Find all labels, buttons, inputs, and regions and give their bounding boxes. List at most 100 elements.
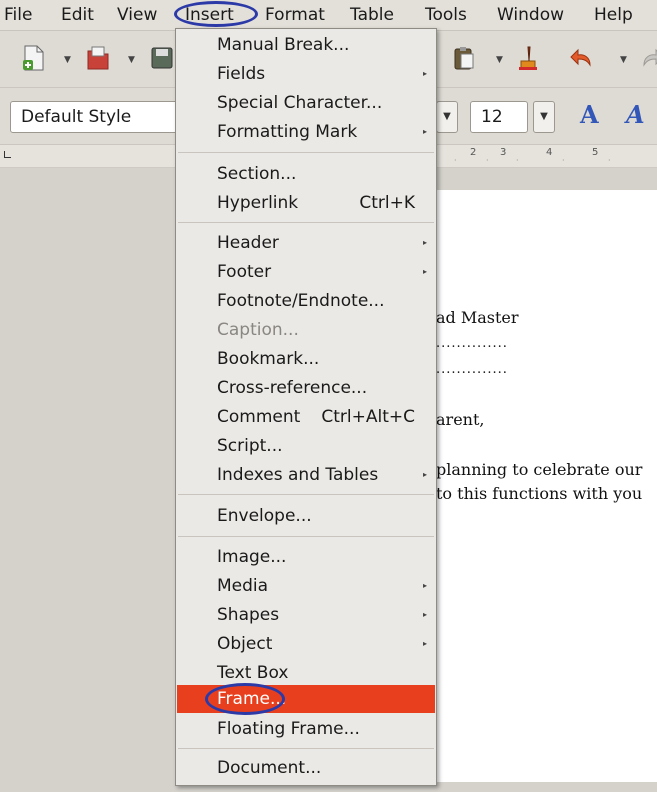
menu-item-label: Section... <box>217 164 297 184</box>
menu-separator <box>178 748 434 749</box>
menu-item-envelope[interactable]: Envelope... <box>177 502 435 530</box>
font-name-dropdown-icon[interactable]: ▼ <box>436 101 458 133</box>
menu-file[interactable]: File <box>4 3 32 27</box>
menu-item-label: Manual Break... <box>217 35 350 55</box>
ruler-mark: 4 <box>546 147 553 158</box>
menu-item-formatting-mark[interactable]: Formatting Mark ▸ <box>177 118 435 146</box>
menu-format[interactable]: Format <box>265 3 325 27</box>
menu-tools[interactable]: Tools <box>425 3 467 27</box>
menu-item-label: Footnote/Endnote... <box>217 291 385 311</box>
menu-item-object[interactable]: Object ▸ <box>177 630 435 658</box>
menu-item-label: Caption... <box>217 320 299 340</box>
insert-menu: Manual Break... Fields ▸ Special Charact… <box>175 28 437 786</box>
menu-item-section[interactable]: Section... <box>177 160 435 188</box>
document-text-line: to this functions with you <box>436 484 643 503</box>
menu-item-label: Comment <box>217 407 301 427</box>
paste-dropdown-icon[interactable]: ▼ <box>496 55 503 65</box>
menu-separator <box>178 152 434 153</box>
menu-item-comment[interactable]: Comment Ctrl+Alt+C <box>177 403 435 431</box>
menu-item-footer[interactable]: Footer ▸ <box>177 258 435 286</box>
menu-item-label: Document... <box>217 758 322 778</box>
ruler-mark: 5 <box>592 147 599 158</box>
menu-item-floating-frame[interactable]: Floating Frame... <box>177 715 435 743</box>
ruler-tick: · <box>454 156 457 165</box>
ruler-mark: 3 <box>500 147 507 158</box>
menu-bar: File Edit View Insert Format Table Tools… <box>0 0 657 31</box>
menu-item-script[interactable]: Script... <box>177 432 435 460</box>
menu-item-label: Media <box>217 576 269 596</box>
menu-item-media[interactable]: Media ▸ <box>177 572 435 600</box>
font-size-select[interactable]: 12 <box>470 101 528 133</box>
menu-item-header[interactable]: Header ▸ <box>177 229 435 257</box>
menu-item-hyperlink[interactable]: Hyperlink Ctrl+K <box>177 189 435 217</box>
menu-item-text-box[interactable]: Text Box <box>177 659 435 687</box>
menu-item-label: Formatting Mark <box>217 122 358 142</box>
menu-item-label: Indexes and Tables <box>217 465 379 485</box>
menu-item-label: Fields <box>217 64 266 84</box>
menu-item-manual-break[interactable]: Manual Break... <box>177 31 435 59</box>
paste-icon[interactable] <box>452 45 476 71</box>
menu-item-label: Special Character... <box>217 93 383 113</box>
font-size-dropdown-icon[interactable]: ▼ <box>533 101 555 133</box>
submenu-arrow-icon: ▸ <box>422 127 427 136</box>
menu-window[interactable]: Window <box>497 3 564 27</box>
submenu-arrow-icon: ▸ <box>422 238 427 247</box>
document-text-line: .............. <box>436 362 508 377</box>
submenu-arrow-icon: ▸ <box>422 267 427 276</box>
menu-item-image[interactable]: Image... <box>177 543 435 571</box>
paragraph-style-select[interactable]: Default Style <box>10 101 200 133</box>
menu-item-indexes-and-tables[interactable]: Indexes and Tables ▸ <box>177 461 435 489</box>
menu-item-bookmark[interactable]: Bookmark... <box>177 345 435 373</box>
menu-separator <box>178 536 434 537</box>
document-text-line: ad Master <box>436 308 519 327</box>
menu-item-label: Footer <box>217 262 272 282</box>
menu-item-special-character[interactable]: Special Character... <box>177 89 435 117</box>
menu-view[interactable]: View <box>117 3 157 27</box>
menu-item-label: Object <box>217 634 273 654</box>
open-dropdown-icon[interactable]: ▼ <box>128 55 135 65</box>
menu-item-label: Bookmark... <box>217 349 320 369</box>
insert-annotation-ring <box>174 1 258 27</box>
clone-formatting-icon[interactable] <box>517 45 541 71</box>
menu-item-label: Cross-reference... <box>217 378 368 398</box>
menu-item-label: Script... <box>217 436 283 456</box>
ruler-tick: · <box>608 156 611 165</box>
menu-item-fields[interactable]: Fields ▸ <box>177 60 435 88</box>
open-folder-icon[interactable] <box>86 45 110 71</box>
document-text-line: arent, <box>436 410 485 429</box>
undo-icon[interactable] <box>570 45 594 71</box>
document-text-line: planning to celebrate our <box>436 460 643 479</box>
new-dropdown-icon[interactable]: ▼ <box>64 55 71 65</box>
ruler-mark: 2 <box>470 147 477 158</box>
menu-help[interactable]: Help <box>594 3 633 27</box>
menu-separator <box>178 494 434 495</box>
submenu-arrow-icon: ▸ <box>422 470 427 479</box>
submenu-arrow-icon: ▸ <box>422 610 427 619</box>
menu-item-footnote-endnote[interactable]: Footnote/Endnote... <box>177 287 435 315</box>
ruler-tick: · <box>516 156 519 165</box>
new-document-icon[interactable] <box>22 45 46 71</box>
save-icon[interactable] <box>150 45 174 71</box>
menu-item-frame[interactable]: Frame... <box>177 683 435 715</box>
submenu-arrow-icon: ▸ <box>422 581 427 590</box>
menu-item-label: Header <box>217 233 279 253</box>
menu-edit[interactable]: Edit <box>61 3 94 27</box>
menu-item-cross-reference[interactable]: Cross-reference... <box>177 374 435 402</box>
frame-annotation-ring <box>205 683 285 715</box>
menu-item-label: Floating Frame... <box>217 719 360 739</box>
ruler-corner-icon <box>4 151 11 158</box>
menu-item-label: Hyperlink <box>217 193 299 213</box>
menu-item-label: Image... <box>217 547 287 567</box>
menu-item-shapes[interactable]: Shapes ▸ <box>177 601 435 629</box>
menu-table[interactable]: Table <box>350 3 394 27</box>
menu-item-label: Shapes <box>217 605 280 625</box>
submenu-arrow-icon: ▸ <box>422 639 427 648</box>
italic-button[interactable]: A <box>626 100 645 129</box>
ruler-tick: · <box>486 156 489 165</box>
bold-button[interactable]: A <box>580 100 599 129</box>
redo-icon[interactable] <box>640 45 657 71</box>
submenu-arrow-icon: ▸ <box>422 69 427 78</box>
undo-dropdown-icon[interactable]: ▼ <box>620 55 627 65</box>
document-text-line: .............. <box>436 336 508 351</box>
menu-item-document[interactable]: Document... <box>177 754 435 782</box>
